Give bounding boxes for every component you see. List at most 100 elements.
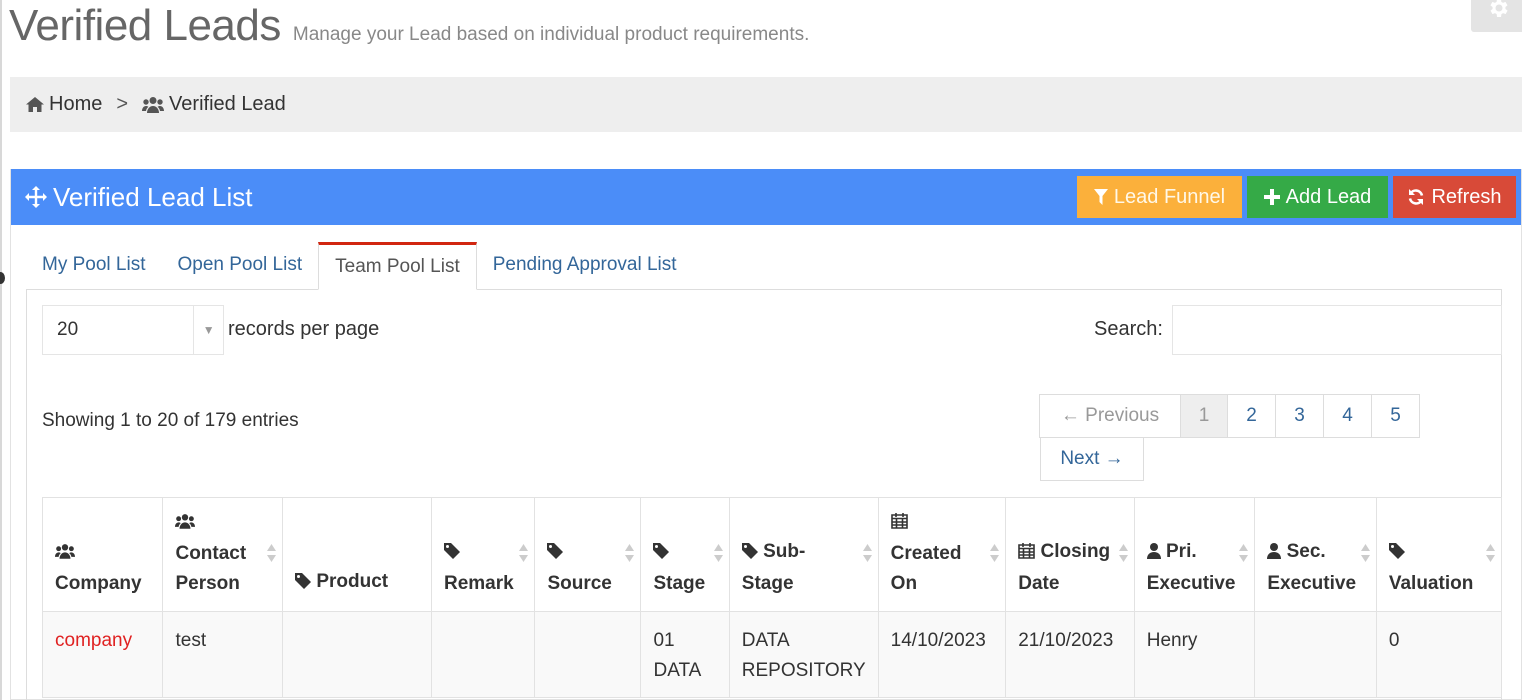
add-lead-button[interactable]: Add Lead bbox=[1247, 176, 1388, 218]
plus-icon bbox=[1263, 189, 1280, 205]
user-icon bbox=[1146, 539, 1161, 569]
lead-funnel-button[interactable]: Lead Funnel bbox=[1077, 176, 1242, 218]
refresh-button[interactable]: Refresh bbox=[1393, 176, 1516, 218]
theme-settings-toggle[interactable] bbox=[1471, 0, 1522, 32]
tab-my-pool-list[interactable]: My Pool List bbox=[26, 241, 161, 289]
cell-source bbox=[534, 611, 642, 698]
page-button-4[interactable]: 4 bbox=[1323, 394, 1372, 438]
chevron-down-icon: ▼ bbox=[193, 306, 223, 354]
column-header-sec-executive[interactable]: Sec. Executive bbox=[1254, 497, 1377, 612]
cell-sec-executive bbox=[1254, 611, 1377, 698]
add-lead-label: Add Lead bbox=[1285, 185, 1372, 208]
next-page-button[interactable]: Next → bbox=[1040, 437, 1144, 481]
column-header-sub-stage[interactable]: Sub- Stage bbox=[728, 497, 879, 612]
page-length-value: 20 bbox=[57, 319, 79, 340]
column-header-closing-date[interactable]: Closing Date bbox=[1005, 497, 1135, 612]
column-header-remark[interactable]: Remark bbox=[430, 497, 536, 612]
column-label: Source bbox=[547, 573, 612, 594]
column-header-contact-person[interactable]: Contact Person bbox=[162, 497, 284, 612]
leads-table: Company Contact Person Product Remark So… bbox=[41, 497, 1503, 698]
sort-icon bbox=[862, 544, 872, 562]
tag-icon bbox=[741, 539, 758, 569]
tab-content: 20 ▼ records per page Search: Showing 1 … bbox=[26, 290, 1503, 700]
column-label: Executive bbox=[1267, 573, 1357, 594]
column-label: Date bbox=[1018, 573, 1060, 594]
column-header-stage[interactable]: Stage bbox=[640, 497, 730, 612]
column-header-valuation[interactable]: Valuation bbox=[1375, 497, 1503, 612]
column-header-source[interactable]: Source bbox=[534, 497, 642, 612]
sort-icon bbox=[519, 544, 529, 562]
column-header-pri-executive[interactable]: Pri. Executive bbox=[1133, 497, 1256, 612]
tag-icon bbox=[1388, 539, 1405, 569]
company-link[interactable]: company bbox=[55, 630, 132, 651]
column-header-product[interactable]: Product bbox=[282, 497, 432, 612]
breadcrumb-separator: > bbox=[116, 93, 129, 115]
column-label: Closing bbox=[1040, 541, 1111, 562]
tag-icon bbox=[547, 539, 564, 569]
sort-icon bbox=[267, 544, 277, 562]
sort-icon bbox=[1486, 544, 1495, 562]
sidebar-toggle-handle[interactable] bbox=[0, 272, 5, 284]
cell-valuation: 0 bbox=[1375, 611, 1503, 698]
column-label: Pri. bbox=[1166, 541, 1197, 562]
page-title: Verified Leads bbox=[9, 1, 281, 50]
table-row[interactable]: company test 01 DATA DATA REPOSITORY 14/10… bbox=[41, 611, 1503, 698]
portlet-title: Verified Lead List bbox=[25, 182, 252, 213]
column-label: On bbox=[890, 573, 918, 594]
tab-open-pool-list[interactable]: Open Pool List bbox=[161, 241, 318, 289]
filter-icon bbox=[1093, 189, 1108, 205]
cell-company: company bbox=[41, 611, 164, 698]
page-length-select[interactable]: 20 ▼ bbox=[42, 305, 224, 355]
sub-stage-line-2: REPOSITORY bbox=[741, 660, 866, 681]
stage-line-2: DATA bbox=[653, 660, 702, 681]
column-label: Created bbox=[890, 543, 962, 564]
cell-remark bbox=[430, 611, 536, 698]
home-icon bbox=[26, 97, 44, 112]
page-button-3[interactable]: 3 bbox=[1275, 394, 1324, 438]
tab-team-pool-list[interactable]: Team Pool List bbox=[318, 242, 477, 290]
sort-icon bbox=[1118, 544, 1128, 562]
left-border bbox=[0, 0, 2, 700]
user-icon bbox=[1267, 539, 1282, 569]
gear-icon bbox=[1490, 0, 1508, 17]
calendar-icon bbox=[890, 509, 908, 539]
tab-pending-approval-list[interactable]: Pending Approval List bbox=[477, 241, 693, 289]
breadcrumb: Home > Verified Lead bbox=[10, 77, 1522, 132]
cell-stage: 01 DATA bbox=[640, 611, 730, 698]
column-label: Company bbox=[55, 573, 142, 594]
breadcrumb-current-label: Verified Lead bbox=[169, 93, 286, 115]
column-label: Stage bbox=[741, 573, 794, 594]
column-label: Valuation bbox=[1388, 573, 1474, 594]
sort-icon bbox=[1360, 544, 1370, 562]
portlet-title-text: Verified Lead List bbox=[53, 181, 253, 212]
search-input[interactable] bbox=[1172, 305, 1502, 355]
table-info: Showing 1 to 20 of 179 entries bbox=[42, 410, 299, 431]
page-button-5[interactable]: 5 bbox=[1371, 394, 1420, 438]
stage-line-1: 01 bbox=[653, 630, 675, 651]
sort-icon bbox=[625, 544, 635, 562]
users-icon bbox=[175, 509, 196, 539]
page-button-2[interactable]: 2 bbox=[1227, 394, 1276, 438]
page-button-1[interactable]: 1 bbox=[1180, 394, 1228, 438]
cell-contact-person: test bbox=[162, 611, 284, 698]
sort-icon bbox=[713, 544, 723, 562]
tag-icon bbox=[443, 539, 460, 569]
pool-tabs: My Pool List Open Pool List Team Pool Li… bbox=[26, 242, 1502, 290]
page-length-label: records per page bbox=[228, 318, 380, 340]
breadcrumb-home-label[interactable]: Home bbox=[49, 93, 102, 116]
users-icon bbox=[55, 539, 75, 569]
breadcrumb-home[interactable]: Home bbox=[26, 93, 102, 116]
column-label: Stage bbox=[653, 573, 706, 594]
column-header-company[interactable]: Company bbox=[41, 497, 164, 612]
column-header-created-on[interactable]: Created On bbox=[877, 497, 1007, 612]
column-label: Person bbox=[175, 573, 240, 594]
sub-stage-line-1: DATA bbox=[741, 630, 790, 651]
portlet-header: Verified Lead List Lead Funnel Add Lead bbox=[11, 169, 1521, 225]
calendar-icon bbox=[1018, 539, 1036, 569]
tag-icon bbox=[295, 569, 312, 599]
refresh-label: Refresh bbox=[1431, 185, 1502, 208]
previous-page-button[interactable]: ← Previous bbox=[1039, 394, 1181, 438]
pagination: ← Previous 1 2 3 4 5 Next → bbox=[1039, 394, 1422, 481]
column-label: Sec. bbox=[1286, 541, 1326, 562]
sort-icon bbox=[990, 544, 1000, 562]
